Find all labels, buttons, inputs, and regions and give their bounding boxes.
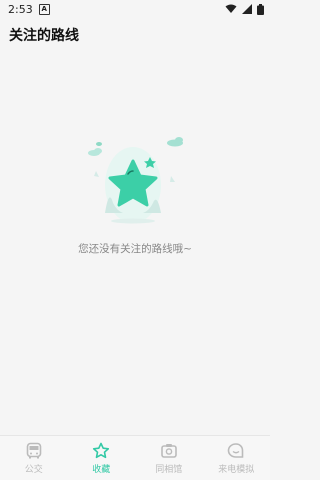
cloud-left-icon — [88, 148, 102, 156]
camera-icon — [160, 443, 177, 458]
star-icon — [93, 442, 110, 458]
cloud-small-icon — [96, 142, 102, 146]
empty-message: 您还没有关注的路线哦~ — [78, 243, 192, 255]
notification-a-icon: A — [38, 3, 50, 15]
nav-label-call-sim: 来电模拟 — [218, 464, 255, 475]
nav-item-favorites[interactable]: 收藏 — [68, 436, 135, 480]
wifi-icon — [225, 4, 237, 13]
status-time: 2:53 — [8, 2, 33, 16]
page-header: 关注的路线 — [0, 18, 270, 52]
nav-item-bus[interactable]: 公交 — [0, 436, 67, 480]
status-icons — [225, 3, 264, 15]
nav-label-bus: 公交 — [24, 464, 43, 475]
nav-item-photo[interactable]: 同相馆 — [135, 436, 202, 480]
nav-item-call-sim[interactable]: 来电模拟 — [203, 436, 270, 480]
cloud-right-icon — [167, 137, 183, 147]
empty-state-illustration — [88, 137, 183, 224]
status-bar: 2:53 A — [0, 0, 270, 18]
page-title: 关注的路线 — [9, 28, 79, 44]
bottom-nav: 公交 收藏 同相馆 来电模拟 — [0, 435, 270, 480]
signal-icon — [242, 4, 252, 14]
nav-label-favorites: 收藏 — [92, 464, 111, 475]
chat-icon — [227, 442, 244, 458]
battery-icon — [257, 3, 264, 15]
nav-label-photo: 同相馆 — [155, 464, 183, 475]
bus-icon — [26, 442, 42, 458]
